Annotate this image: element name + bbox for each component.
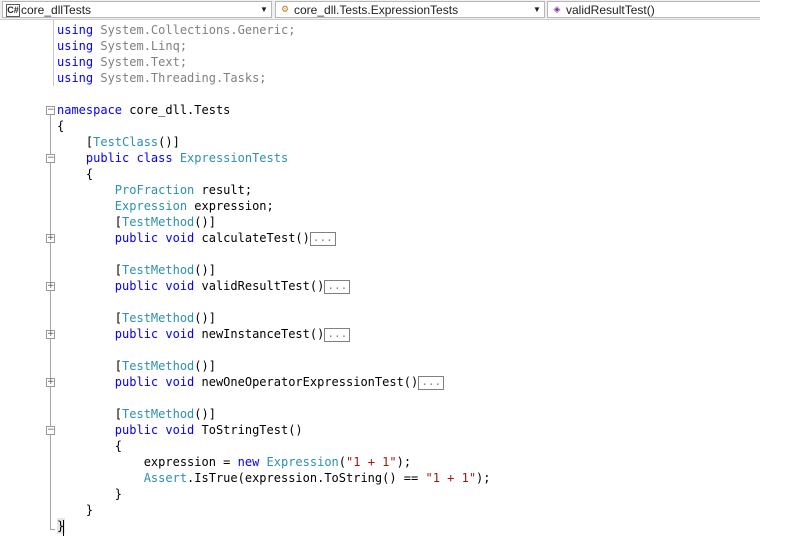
collapsed-region[interactable]: ...: [309, 231, 336, 246]
code-line: [TestMethod()]: [57, 311, 216, 325]
class-dropdown[interactable]: ⚙ core_dll.Tests.ExpressionTests ▼: [275, 1, 545, 18]
code-line: }: [57, 487, 123, 501]
outline-end: [50, 529, 55, 530]
expand-method-toggle[interactable]: +: [46, 282, 55, 291]
chevron-down-icon[interactable]: ▼: [259, 3, 269, 16]
code-line: namespace core_dll.Tests: [57, 103, 231, 117]
code-line: [TestClass()]: [57, 135, 180, 149]
code-line: public void newInstanceTest()...: [57, 326, 351, 342]
code-line: ProFraction result;: [57, 183, 253, 197]
collapsed-region[interactable]: ...: [418, 375, 445, 390]
code-line: {: [57, 119, 65, 133]
project-dropdown[interactable]: C# core_dllTests ▼: [2, 1, 272, 18]
code-line: public void newOneOperatorExpressionTest…: [57, 374, 445, 390]
collapse-namespace-toggle[interactable]: −: [46, 106, 55, 115]
code-line: {: [57, 167, 94, 181]
code-line: using System.Threading.Tasks;: [57, 71, 267, 85]
text-caret: [63, 520, 64, 536]
using-block-marker: [53, 20, 54, 86]
code-line: expression = new Expression("1 + 1");: [57, 455, 412, 469]
code-line: public void validResultTest()...: [57, 278, 351, 294]
expand-method-toggle[interactable]: +: [46, 234, 55, 243]
code-line: {: [57, 439, 123, 453]
csharp-project-icon: C#: [6, 4, 20, 17]
class-icon: ⚙: [280, 4, 290, 14]
code-line: public void calculateTest()...: [57, 230, 336, 246]
outline-line-namespace: [50, 115, 51, 529]
code-line: Expression expression;: [57, 199, 274, 213]
collapse-class-toggle[interactable]: −: [46, 154, 55, 163]
method-icon: ◈: [553, 4, 561, 14]
code-line: using System.Text;: [57, 55, 188, 69]
member-name: validResultTest(): [566, 3, 655, 17]
collapsed-region[interactable]: ...: [324, 279, 351, 294]
code-line: [TestMethod()]: [57, 215, 216, 229]
class-name: core_dll.Tests.ExpressionTests: [294, 3, 459, 17]
navigation-bar: C# core_dllTests ▼ ⚙ core_dll.Tests.Expr…: [0, 0, 760, 20]
collapsed-region[interactable]: ...: [324, 327, 351, 342]
member-dropdown[interactable]: ◈ validResultTest(): [547, 1, 760, 18]
code-line: using System.Collections.Generic;: [57, 23, 296, 37]
expand-method-toggle[interactable]: +: [46, 378, 55, 387]
code-line: public class ExpressionTests: [57, 151, 289, 165]
code-line: }: [57, 503, 94, 517]
code-line: [TestMethod()]: [57, 359, 216, 373]
chevron-down-icon[interactable]: ▼: [532, 3, 542, 16]
right-margin: [760, 0, 802, 541]
code-line: [TestMethod()]: [57, 263, 216, 277]
project-name: core_dllTests: [21, 3, 92, 17]
collapse-method-toggle[interactable]: −: [46, 426, 55, 435]
expand-method-toggle[interactable]: +: [46, 330, 55, 339]
code-line: [TestMethod()]: [57, 407, 216, 421]
code-line: using System.Linq;: [57, 39, 188, 53]
code-line: Assert.IsTrue(expression.ToString() == "…: [57, 471, 491, 485]
code-line: public void ToStringTest(): [57, 423, 303, 437]
